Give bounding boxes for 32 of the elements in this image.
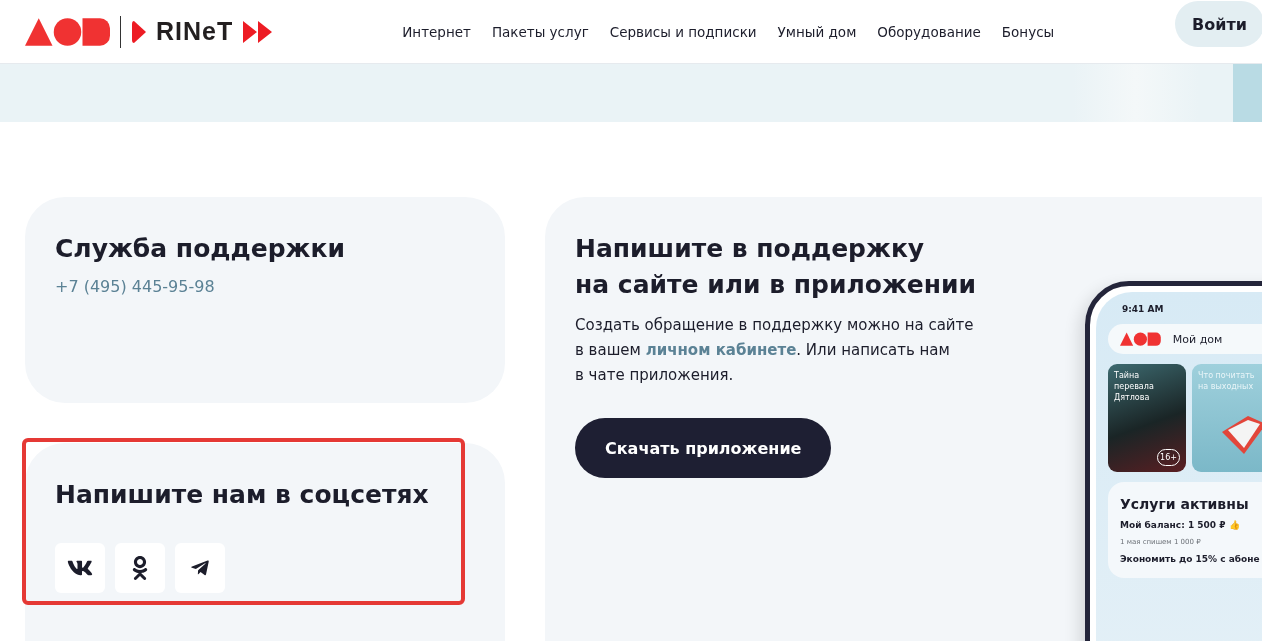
offer-text: Экономить до 15% с абоне [1120,554,1261,564]
divider-line [120,15,122,48]
logo-icon [1120,331,1161,347]
balance-text: Мой баланс: 1 500 ₽ 👍 [1120,520,1241,530]
nav-link[interactable]: Оборудование [877,23,981,40]
panel-title: Услуги активны [1120,496,1250,512]
story-title: Что почитать на выходных [1198,370,1256,392]
story-title: Тайна перевала Дятлова [1114,370,1155,403]
download-app-button[interactable]: Скачать приложение [575,418,832,478]
brand-name: RINeT [156,17,234,46]
card-title: Напишите в поддержку на сайте или в приложении [575,233,978,301]
status-time: 9:41 AM [1122,304,1165,314]
card-title: Напишите нам в соцсетях [55,479,430,511]
paper-plane-icon [190,558,210,578]
logo-icon [25,16,110,47]
login-button[interactable]: Войти [1175,1,1262,47]
nav-link[interactable]: Пакеты услуг [491,23,589,40]
fast-forward-icon [243,19,274,44]
photo-placeholder[interactable]: Тайна перевала Дятлова 16+ [1108,364,1186,472]
nav-link[interactable]: Бонусы [1001,23,1055,40]
nav-link[interactable]: Умный дом [777,23,857,40]
social-button[interactable] [115,543,165,593]
card-text: Создать обращение в поддержку можно на сайте в вашем личном кабинете. Или написать нам в чате приложения. [575,315,975,386]
app-title: Мой дом [1172,332,1223,346]
play-icon [132,19,146,44]
phone-link[interactable]: +7 (495) 445-95-98 [55,277,475,296]
social-button[interactable] [175,543,225,593]
nav-link[interactable]: Сервисы и подписки [609,23,757,40]
banner-image [1233,64,1262,122]
nav-link[interactable]: Интернет [402,23,471,40]
card-title: Служба поддержки [55,233,346,265]
social-button[interactable] [55,543,105,593]
